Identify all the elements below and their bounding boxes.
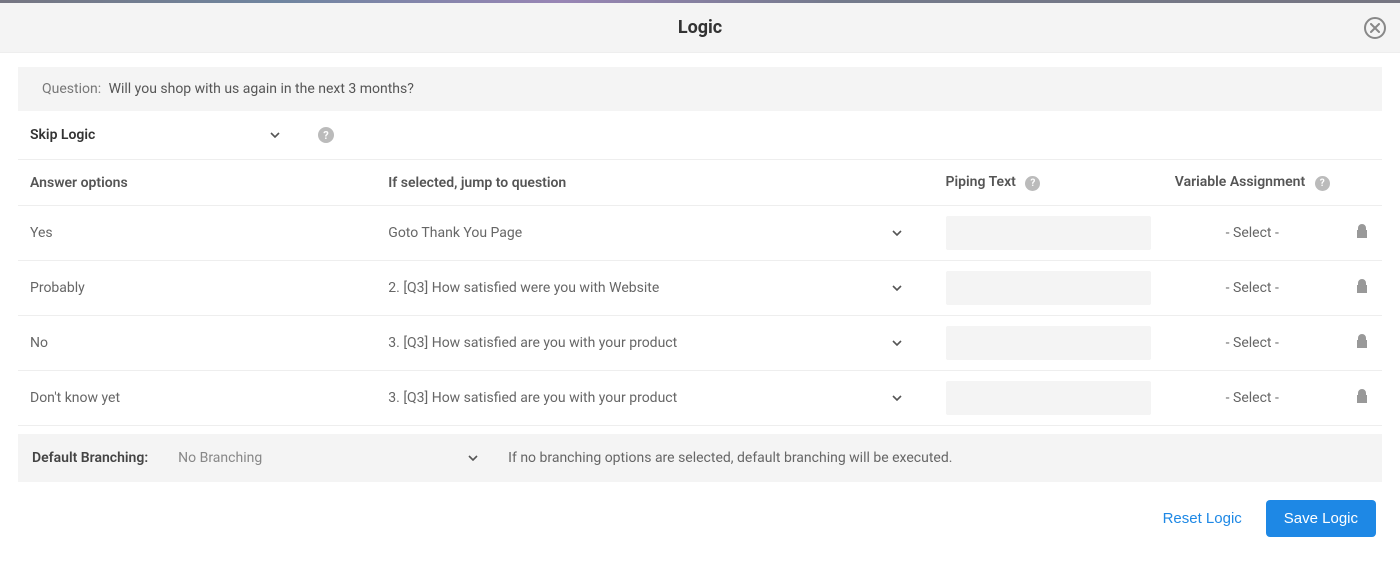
close-button[interactable]: [1364, 17, 1386, 39]
modal-header: Logic: [0, 3, 1400, 53]
help-icon[interactable]: ?: [1025, 176, 1040, 191]
jump-to-selected: 3. [Q3] How satisfied are you with your …: [388, 335, 677, 351]
caret-down-icon: [892, 230, 902, 236]
piping-text-input[interactable]: [946, 381, 1151, 415]
logic-type-selected: Skip Logic: [30, 127, 95, 143]
reset-logic-button[interactable]: Reset Logic: [1157, 500, 1248, 537]
jump-to-dropdown[interactable]: 3. [Q3] How satisfied are you with your …: [388, 335, 921, 351]
variable-assignment-dropdown[interactable]: - Select -: [1175, 390, 1331, 406]
col-header-variable-label: Variable Assignment: [1175, 174, 1305, 190]
default-branching-label: Default Branching:: [32, 450, 148, 466]
col-header-piping: Piping Text ?: [934, 160, 1163, 206]
piping-text-input[interactable]: [946, 216, 1151, 250]
answer-option: Don't know yet: [18, 371, 376, 426]
modal-title: Logic: [678, 17, 722, 38]
jump-to-dropdown[interactable]: 3. [Q3] How satisfied are you with your …: [388, 390, 921, 406]
close-icon: [1370, 23, 1380, 33]
jump-to-dropdown[interactable]: 2. [Q3] How satisfied were you with Webs…: [388, 280, 921, 296]
table-header-row: Answer options If selected, jump to ques…: [18, 160, 1382, 206]
logic-type-row: Skip Logic ?: [18, 111, 1382, 159]
help-icon[interactable]: ?: [318, 127, 334, 143]
answer-option: Probably: [18, 261, 376, 316]
caret-down-icon: [892, 395, 902, 401]
piping-text-input[interactable]: [946, 326, 1151, 360]
table-row: Probably 2. [Q3] How satisfied were you …: [18, 261, 1382, 316]
question-text: Will you shop with us again in the next …: [109, 81, 414, 97]
logic-modal: Logic Question: Will you shop with us ag…: [0, 3, 1400, 561]
col-header-jump: If selected, jump to question: [376, 160, 933, 206]
piping-text-input[interactable]: [946, 271, 1151, 305]
caret-down-icon: [892, 340, 902, 346]
default-branching-dropdown[interactable]: No Branching: [178, 450, 478, 466]
lock-icon: [1355, 278, 1369, 294]
jump-to-dropdown[interactable]: Goto Thank You Page: [388, 225, 921, 241]
question-bar: Question: Will you shop with us again in…: [18, 67, 1382, 111]
jump-to-selected: 3. [Q3] How satisfied are you with your …: [388, 390, 677, 406]
caret-down-icon: [270, 132, 280, 138]
default-branching-bar: Default Branching: No Branching If no br…: [18, 434, 1382, 482]
logic-table: Answer options If selected, jump to ques…: [18, 159, 1382, 426]
modal-content: Question: Will you shop with us again in…: [0, 67, 1400, 561]
help-icon[interactable]: ?: [1315, 176, 1330, 191]
col-header-answer: Answer options: [18, 160, 376, 206]
jump-to-selected: Goto Thank You Page: [388, 225, 522, 241]
logic-type-dropdown[interactable]: Skip Logic: [30, 127, 280, 143]
question-label: Question:: [42, 81, 101, 97]
lock-icon: [1355, 333, 1369, 349]
variable-assignment-dropdown[interactable]: - Select -: [1175, 335, 1331, 351]
default-branching-selected: No Branching: [178, 450, 262, 466]
answer-option: Yes: [18, 206, 376, 261]
modal-actions: Reset Logic Save Logic: [18, 482, 1382, 543]
table-row: Don't know yet 3. [Q3] How satisfied are…: [18, 371, 1382, 426]
save-logic-button[interactable]: Save Logic: [1266, 500, 1376, 537]
col-header-piping-label: Piping Text: [946, 174, 1016, 190]
col-header-variable: Variable Assignment ?: [1163, 160, 1343, 206]
default-branching-hint: If no branching options are selected, de…: [508, 450, 952, 466]
variable-assignment-dropdown[interactable]: - Select -: [1175, 280, 1331, 296]
lock-icon: [1355, 223, 1369, 239]
variable-assignment-dropdown[interactable]: - Select -: [1175, 225, 1331, 241]
caret-down-icon: [892, 285, 902, 291]
caret-down-icon: [468, 455, 478, 461]
lock-icon: [1355, 388, 1369, 404]
answer-option: No: [18, 316, 376, 371]
table-row: Yes Goto Thank You Page - Select -: [18, 206, 1382, 261]
table-row: No 3. [Q3] How satisfied are you with yo…: [18, 316, 1382, 371]
jump-to-selected: 2. [Q3] How satisfied were you with Webs…: [388, 280, 659, 296]
col-header-lock: [1342, 160, 1382, 206]
